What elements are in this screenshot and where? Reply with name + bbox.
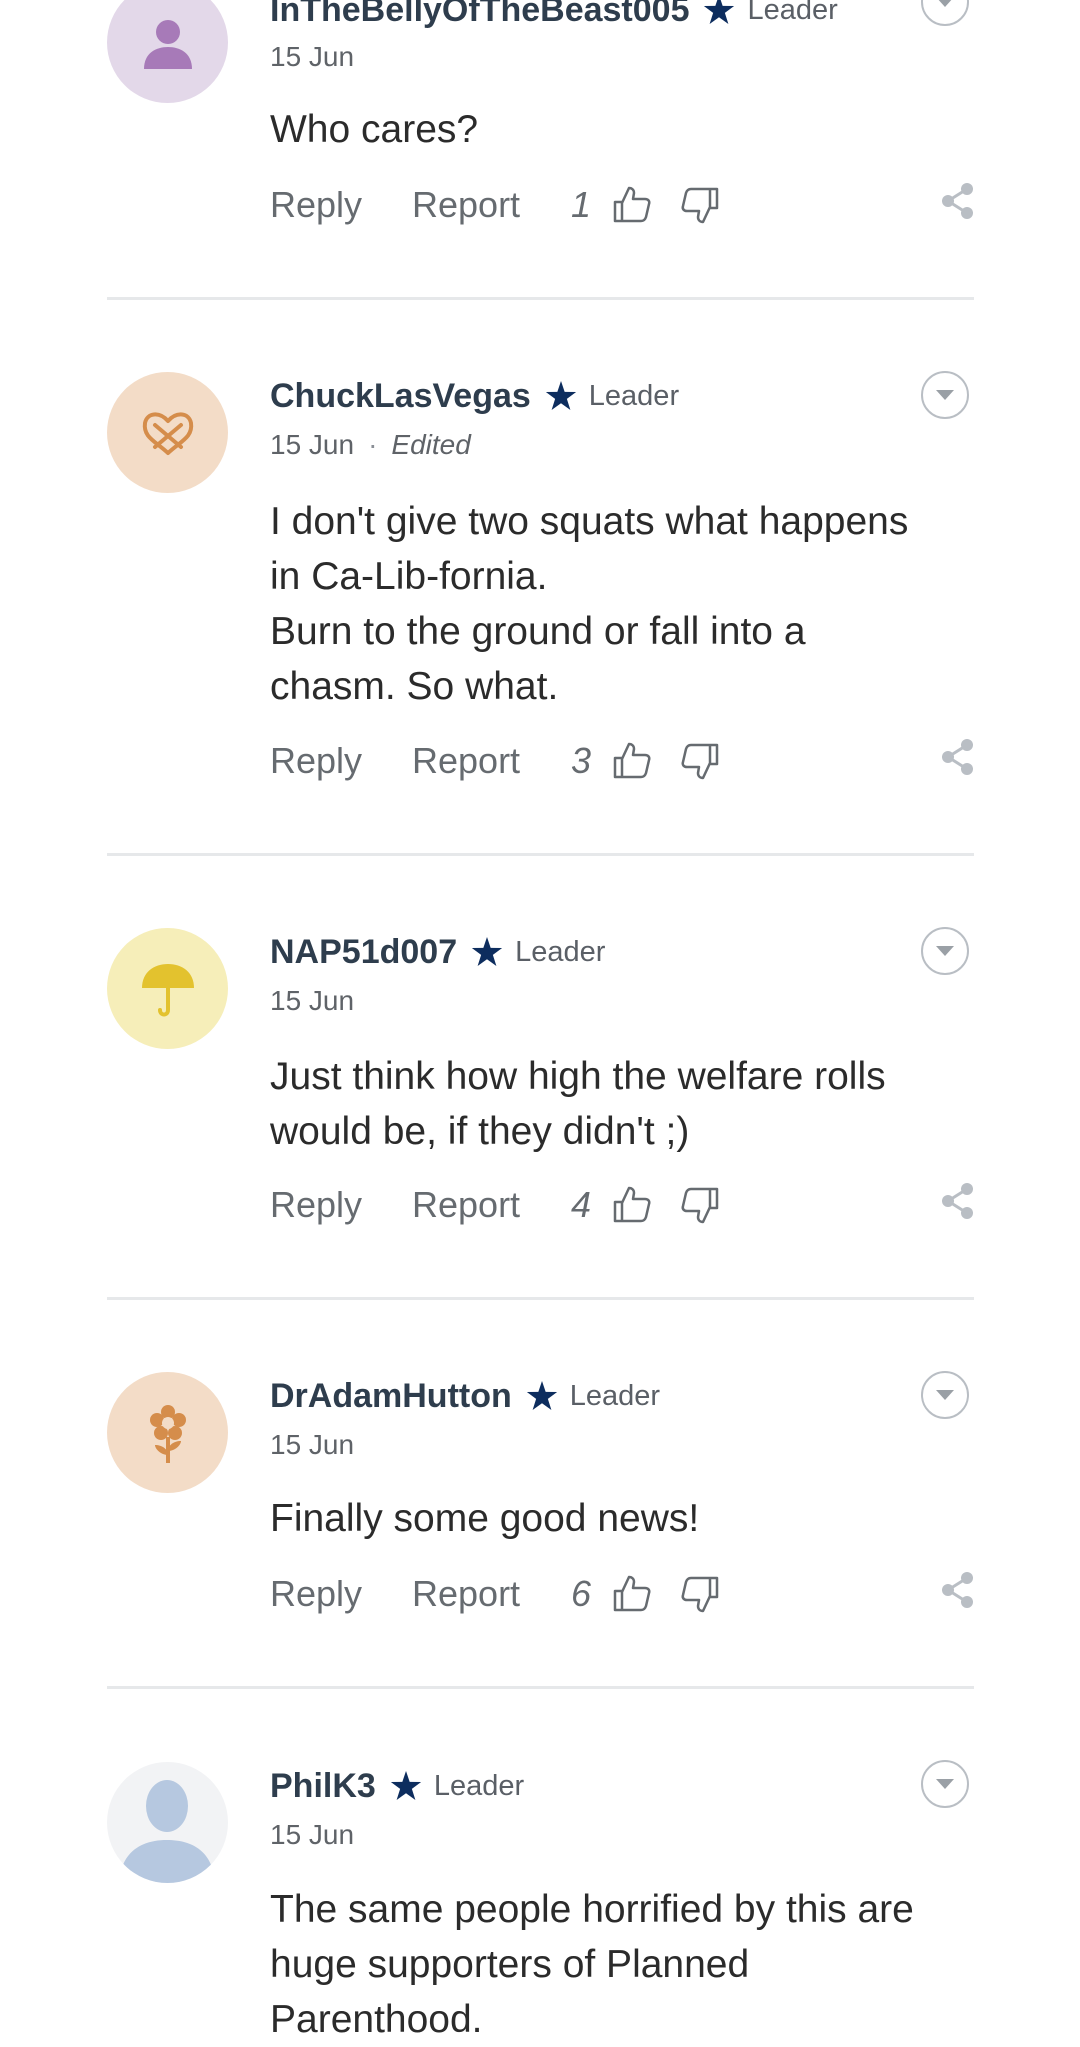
comment-actions: Reply Report 3 (270, 736, 720, 786)
report-button[interactable]: Report (412, 1573, 566, 1615)
share-icon[interactable] (940, 182, 974, 220)
comment-menu-button[interactable] (921, 927, 969, 975)
umbrella-icon (141, 963, 194, 1016)
thumbs-up-icon[interactable] (612, 1185, 652, 1225)
comment-date: 15 Jun (270, 1429, 355, 1460)
pretzel-icon (142, 412, 193, 455)
star-icon (703, 0, 735, 25)
star-icon (545, 381, 577, 411)
comment-menu-button[interactable] (921, 1760, 969, 1808)
chevron-down-icon (936, 390, 954, 400)
comment-text: I don't give two squats what happens in … (270, 500, 909, 708)
reply-button[interactable]: Reply (270, 1573, 412, 1615)
share-icon[interactable] (940, 1182, 974, 1220)
comment-date: 15 Jun (270, 1819, 355, 1850)
report-button[interactable]: Report (412, 1184, 566, 1226)
comment-feed: InTheBellyOfTheBeast005 Leader 15 Jun Wh… (0, 0, 1080, 2045)
username[interactable]: NAP51d007 (270, 933, 457, 972)
leader-badge: Leader (588, 379, 680, 412)
like-count: 3 (570, 740, 592, 781)
chevron-down-icon (936, 946, 954, 956)
comment-text: The same people horrified by this are hu… (270, 1888, 914, 2041)
thumbs-up-icon[interactable] (612, 185, 652, 225)
share-icon[interactable] (940, 1571, 974, 1609)
avatar[interactable] (107, 372, 228, 493)
chevron-down-icon (938, 0, 952, 7)
comment-menu-button[interactable] (921, 0, 969, 26)
avatar[interactable] (107, 0, 228, 103)
avatar[interactable] (107, 928, 228, 1049)
comment-header: InTheBellyOfTheBeast005 Leader (270, 0, 838, 30)
comment-header: PhilK3 Leader (270, 1766, 524, 1806)
thumbs-up-icon[interactable] (612, 1574, 652, 1614)
like-count: 1 (570, 184, 592, 225)
comment-actions: Reply Report 4 (270, 1180, 720, 1230)
comment-date: 15 Jun (270, 985, 355, 1016)
edited-label: Edited (391, 429, 471, 460)
thumbs-down-icon[interactable] (680, 741, 720, 781)
silhouette-icon (119, 1780, 215, 1883)
comment-date-line: 15 Jun (270, 1427, 354, 1463)
thumbs-up-icon[interactable] (612, 741, 652, 781)
username[interactable]: ChuckLasVegas (270, 377, 531, 416)
comment-header: DrAdamHutton Leader (270, 1376, 660, 1416)
comment-date-line: 15 Jun (270, 983, 354, 1019)
star-icon (390, 1771, 422, 1801)
comment-actions: Reply Report 6 (270, 1569, 720, 1619)
thumbs-down-icon[interactable] (680, 185, 720, 225)
leader-badge: Leader (433, 1769, 525, 1802)
star-icon (471, 937, 503, 967)
like-count: 4 (570, 1184, 592, 1225)
leader-badge: Leader (747, 0, 838, 26)
star-icon (526, 1381, 558, 1411)
comment-header: ChuckLasVegas Leader (270, 376, 679, 416)
comment-divider (107, 853, 974, 856)
thumbs-down-icon[interactable] (680, 1185, 720, 1225)
thumbs-down-icon[interactable] (680, 1574, 720, 1614)
comment-divider (107, 1686, 974, 1689)
comment-header: NAP51d007 Leader (270, 932, 605, 972)
comment-text: Who cares? (270, 108, 479, 151)
report-button[interactable]: Report (412, 184, 566, 226)
username[interactable]: DrAdamHutton (270, 1377, 512, 1416)
person-icon (143, 19, 192, 69)
comment-menu-button[interactable] (921, 1371, 969, 1419)
like-count: 6 (570, 1573, 592, 1614)
reply-button[interactable]: Reply (270, 184, 412, 226)
username[interactable]: InTheBellyOfTheBeast005 (270, 0, 689, 30)
chevron-down-icon (936, 1779, 954, 1789)
comment-date: 15 Jun (270, 41, 355, 72)
comment-divider (107, 1297, 974, 1300)
comment-date-line: 15 Jun · Edited (270, 427, 471, 463)
comment-text: Just think how high the welfare rolls wo… (270, 1055, 886, 1153)
reply-button[interactable]: Reply (270, 740, 412, 782)
reply-button[interactable]: Reply (270, 1184, 412, 1226)
comment-divider (107, 297, 974, 300)
avatar[interactable] (107, 1762, 228, 1883)
username[interactable]: PhilK3 (270, 1767, 376, 1806)
separator-dot: · (368, 429, 378, 460)
comment-date-line: 15 Jun (270, 1817, 354, 1853)
avatar[interactable] (107, 1372, 228, 1493)
report-button[interactable]: Report (412, 740, 566, 782)
comment-date-line: 15 Jun (270, 39, 354, 75)
leader-badge: Leader (515, 935, 606, 968)
chevron-down-icon (936, 1390, 954, 1400)
leader-badge: Leader (569, 1379, 661, 1412)
comment-actions: Reply Report 1 (270, 180, 720, 230)
comment-text: Finally some good news! (270, 1497, 700, 1540)
comment-date: 15 Jun (270, 429, 355, 460)
share-icon[interactable] (940, 738, 974, 776)
flower-icon (149, 1404, 186, 1463)
comment-menu-button[interactable] (921, 371, 969, 419)
